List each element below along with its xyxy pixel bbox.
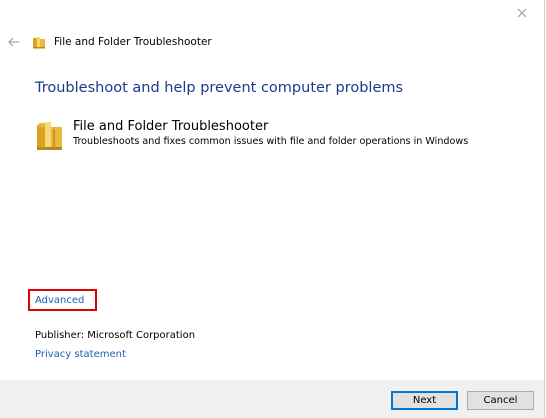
folder-icon [37,122,62,150]
item-description: Troubleshoots and fixes common issues wi… [73,136,469,147]
troubleshooter-window: File and Folder Troubleshooter Troublesh… [0,0,545,418]
troubleshooter-item: File and Folder Troubleshooter Troublesh… [35,119,468,151]
publisher-text: Publisher: Microsoft Corporation [35,330,196,341]
privacy-statement-link[interactable]: Privacy statement [35,349,126,360]
close-icon [517,8,527,18]
item-title: File and Folder Troubleshooter [73,119,269,134]
title-bar: File and Folder Troubleshooter [6,33,212,51]
window-title: File and Folder Troubleshooter [54,36,212,48]
close-button[interactable] [508,2,536,24]
advanced-link[interactable]: Advanced [35,295,84,306]
item-text: File and Folder Troubleshooter Troublesh… [73,119,468,151]
folder-icon [33,37,45,49]
footer-bar: Next Cancel [0,380,544,418]
cancel-button[interactable]: Cancel [467,391,534,410]
next-button[interactable]: Next [391,391,458,410]
back-button[interactable] [6,34,22,50]
page-heading: Troubleshoot and help prevent computer p… [35,80,404,96]
back-arrow-icon [8,37,19,47]
